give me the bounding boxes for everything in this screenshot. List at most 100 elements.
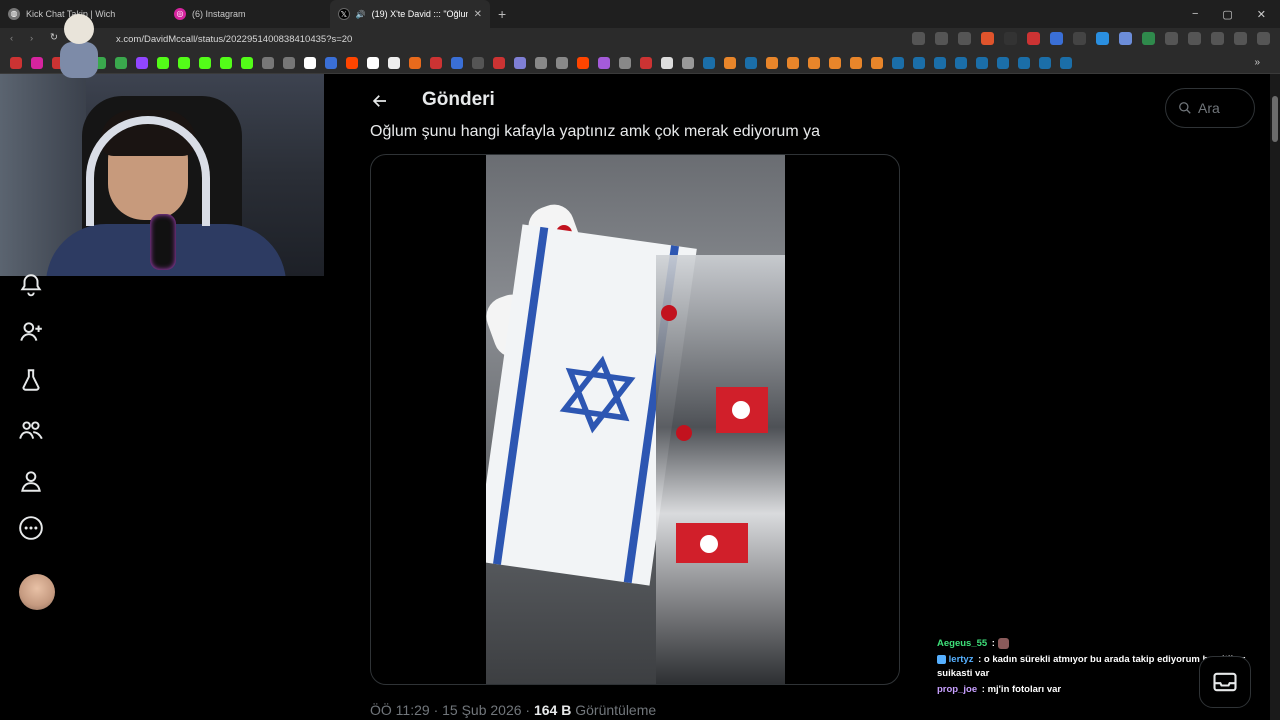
bookmark-icon[interactable]	[577, 56, 589, 69]
bookmark-icon[interactable]	[115, 56, 127, 69]
divider-icon	[1004, 32, 1017, 45]
post-text: Oğlum şunu hangi kafayla yaptınız amk ço…	[370, 123, 820, 140]
folder-icon[interactable]	[682, 56, 694, 69]
share-icon[interactable]	[958, 32, 971, 45]
bookmark-icon[interactable]	[535, 56, 547, 69]
bookmark-icon[interactable]	[220, 56, 232, 69]
bookmark-icon[interactable]	[31, 56, 43, 69]
menu-icon[interactable]	[1257, 32, 1270, 45]
steam-icon[interactable]	[955, 56, 967, 69]
bookmark-icon[interactable]	[724, 56, 736, 69]
cast-icon[interactable]	[935, 32, 948, 45]
bookmark-icon[interactable]	[640, 56, 652, 69]
steam-icon[interactable]	[976, 56, 988, 69]
bookmark-icon[interactable]	[241, 56, 253, 69]
tab-x-post[interactable]: 𝕏 🔊 (19) X'te David ::: "Oğlum şu ✕	[330, 0, 490, 28]
bookmark-icon[interactable]	[178, 56, 190, 69]
extension-icon[interactable]	[1027, 32, 1040, 45]
new-tab-button[interactable]: +	[490, 6, 514, 22]
bookmark-icon[interactable]	[661, 56, 673, 69]
extension-icon[interactable]	[1142, 32, 1155, 45]
close-tab-icon[interactable]: ✕	[474, 9, 482, 20]
bookmark-icon[interactable]	[346, 56, 358, 69]
bookmark-icon[interactable]	[514, 56, 526, 69]
bell-icon[interactable]	[18, 272, 44, 298]
downloads-icon[interactable]	[1211, 32, 1224, 45]
bookmark-icon[interactable]	[493, 56, 505, 69]
extension-icon[interactable]	[1050, 32, 1063, 45]
bookmark-icon[interactable]	[325, 56, 337, 69]
flag-moon	[732, 401, 750, 419]
steam-icon[interactable]	[1039, 56, 1051, 69]
account-avatar[interactable]	[19, 574, 55, 610]
bookmark-icon[interactable]	[430, 56, 442, 69]
scrollbar-thumb[interactable]	[1272, 96, 1278, 142]
maximize-button[interactable]: ▢	[1222, 8, 1232, 21]
follow-icon[interactable]	[18, 319, 44, 345]
more-icon[interactable]	[18, 515, 44, 541]
extension-icon[interactable]	[1119, 32, 1132, 45]
bookmark-icon[interactable]	[598, 56, 610, 69]
extension-icon[interactable]	[1073, 32, 1086, 45]
minimize-button[interactable]: −	[1192, 8, 1198, 21]
bookmark-icon[interactable]	[136, 56, 148, 69]
bookmark-icon[interactable]	[619, 56, 631, 69]
steam-icon[interactable]	[1060, 56, 1072, 69]
steam-icon[interactable]	[745, 56, 757, 69]
communities-icon[interactable]	[18, 417, 44, 443]
bookmark-icon[interactable]	[10, 56, 22, 69]
back-arrow-icon[interactable]	[371, 92, 389, 110]
steam-icon[interactable]	[913, 56, 925, 69]
steam-icon[interactable]	[934, 56, 946, 69]
instagram-icon: ◎	[174, 8, 186, 20]
bookmark-icon[interactable]	[409, 56, 421, 69]
puzzle-icon[interactable]	[1165, 32, 1178, 45]
forward-nav-icon[interactable]: ›	[30, 33, 33, 44]
bookmark-icon[interactable]	[787, 56, 799, 69]
bookmark-icon[interactable]	[157, 56, 169, 69]
url-field[interactable]: x.com/DavidMccall/status/202295140083841…	[116, 34, 352, 45]
search-input[interactable]: Ara	[1165, 88, 1255, 128]
flag-moon	[700, 535, 718, 553]
bookmark-icon[interactable]	[472, 56, 484, 69]
address-bar: ‹ › ↻ x.com/DavidMccall/status/202295140…	[0, 28, 1280, 52]
bookmarks-overflow-button[interactable]: »	[1254, 57, 1260, 68]
post-media[interactable]	[370, 154, 900, 685]
bookmark-icon[interactable]	[367, 56, 379, 69]
close-window-button[interactable]: ✕	[1257, 8, 1266, 21]
post-photo[interactable]	[486, 155, 785, 684]
bookmark-icon[interactable]	[451, 56, 463, 69]
views-label: Görüntüleme	[575, 702, 657, 718]
grok-icon[interactable]	[18, 367, 44, 393]
bookmark-icon[interactable]	[871, 56, 883, 69]
steam-icon[interactable]	[1018, 56, 1030, 69]
page-scrollbar[interactable]	[1270, 74, 1280, 720]
bookmark-icon[interactable]	[850, 56, 862, 69]
flag	[716, 387, 768, 433]
bookmark-icon[interactable]	[304, 56, 316, 69]
steam-icon[interactable]	[892, 56, 904, 69]
back-nav-icon[interactable]: ‹	[10, 33, 13, 44]
bookmark-icon[interactable]	[262, 56, 274, 69]
messages-button[interactable]	[1199, 656, 1251, 708]
brave-shield-icon[interactable]	[981, 32, 994, 45]
bookmark-icon[interactable]	[199, 56, 211, 69]
bookmark-icon[interactable]	[556, 56, 568, 69]
bookmark-icon[interactable]	[283, 56, 295, 69]
extension-icon[interactable]	[1096, 32, 1109, 45]
sidebar-toggle-icon[interactable]	[1188, 32, 1201, 45]
steam-icon[interactable]	[703, 56, 715, 69]
profile-icon[interactable]	[18, 468, 44, 494]
bookmark-icon[interactable]	[766, 56, 778, 69]
tab-instagram[interactable]: ◎ (6) Instagram	[166, 0, 330, 28]
bookmark-icon[interactable]	[808, 56, 820, 69]
zoom-icon[interactable]	[912, 32, 925, 45]
bookmark-icon[interactable]	[829, 56, 841, 69]
bookmark-icon[interactable]	[388, 56, 400, 69]
steam-icon[interactable]	[997, 56, 1009, 69]
chat-message: Aegeus_55 :	[937, 637, 1280, 651]
chat-separator: :	[975, 654, 984, 665]
music-icon[interactable]	[1234, 32, 1247, 45]
tab-title: (6) Instagram	[192, 9, 246, 19]
badge-icon	[937, 654, 946, 664]
